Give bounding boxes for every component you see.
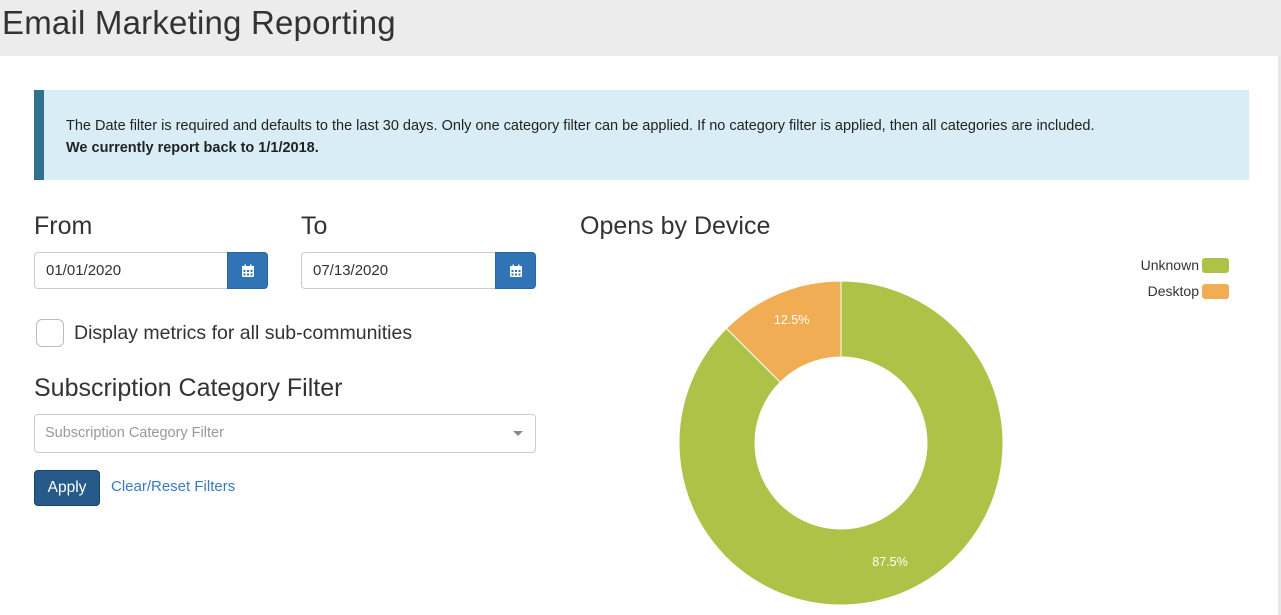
- slice-label-desktop: 12.5%: [774, 313, 809, 327]
- opens-by-device-donut-chart: 87.5% 12.5%: [678, 280, 1004, 606]
- slice-label-unknown: 87.5%: [872, 555, 907, 569]
